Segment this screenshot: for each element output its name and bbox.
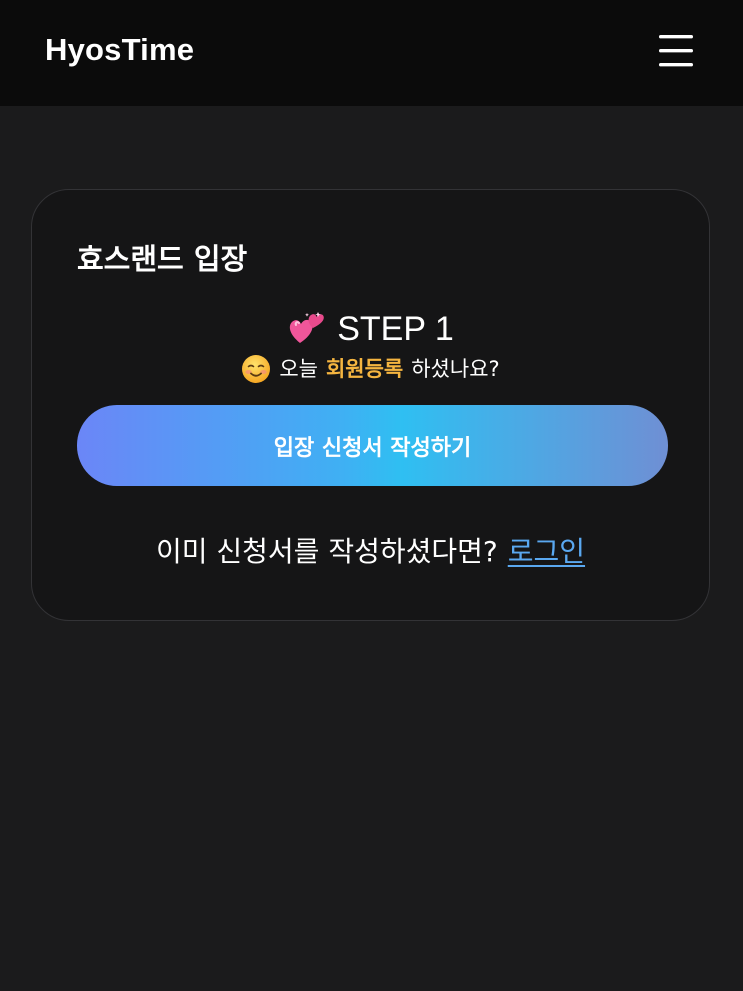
login-prompt: 이미 신청서를 작성하셨다면? [155, 535, 498, 568]
top-header: HyosTime [0, 0, 743, 106]
site-logo[interactable]: HyosTime [45, 30, 194, 70]
two-hearts-icon [290, 312, 325, 343]
hamburger-menu-icon [659, 35, 693, 67]
card-title: 효스랜드 입장 [77, 242, 248, 276]
subtitle-highlight: 회원등록 [325, 357, 404, 381]
login-row: 이미 신청서를 작성하셨다면? 로그인 [32, 533, 709, 571]
step-row: STEP 1 [32, 308, 709, 350]
entry-card: 효스랜드 입장 STEP 1 오늘 회원등록 하셨나요? 입장 신청서 작성하기… [31, 189, 710, 621]
smiling-face-icon [242, 355, 271, 383]
apply-form-button-label: 입장 신청서 작성하기 [273, 435, 472, 461]
subtitle-suffix: 하셨나요? [411, 357, 500, 381]
apply-form-button[interactable]: 입장 신청서 작성하기 [77, 405, 668, 486]
step-label: STEP 1 [337, 310, 454, 348]
subtitle-prefix: 오늘 [279, 357, 318, 381]
login-link[interactable]: 로그인 [508, 533, 585, 571]
subtitle-row: 오늘 회원등록 하셨나요? [32, 354, 709, 384]
menu-button[interactable] [652, 30, 700, 72]
